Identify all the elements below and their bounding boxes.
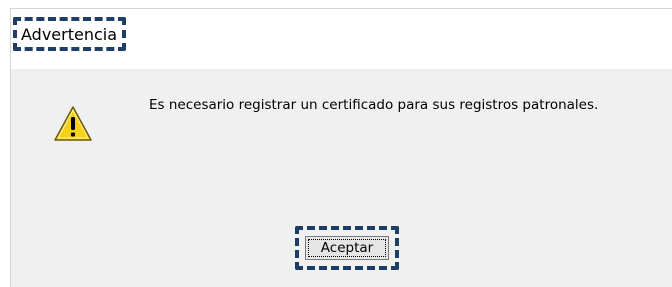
- accept-button-highlight: Aceptar: [295, 226, 399, 270]
- warning-dialog: Advertencia Es necesario registrar un ce…: [10, 8, 672, 287]
- warning-icon: [53, 105, 93, 143]
- dialog-message: Es necesario registrar un certificado pa…: [149, 97, 599, 113]
- title-highlight-box: Advertencia: [13, 17, 127, 51]
- accept-button-label: Aceptar: [320, 240, 374, 256]
- dialog-titlebar: Advertencia: [11, 9, 672, 69]
- dialog-title: Advertencia: [21, 24, 118, 44]
- warning-icon-graphic: [54, 106, 92, 141]
- accept-button[interactable]: Aceptar: [305, 236, 389, 260]
